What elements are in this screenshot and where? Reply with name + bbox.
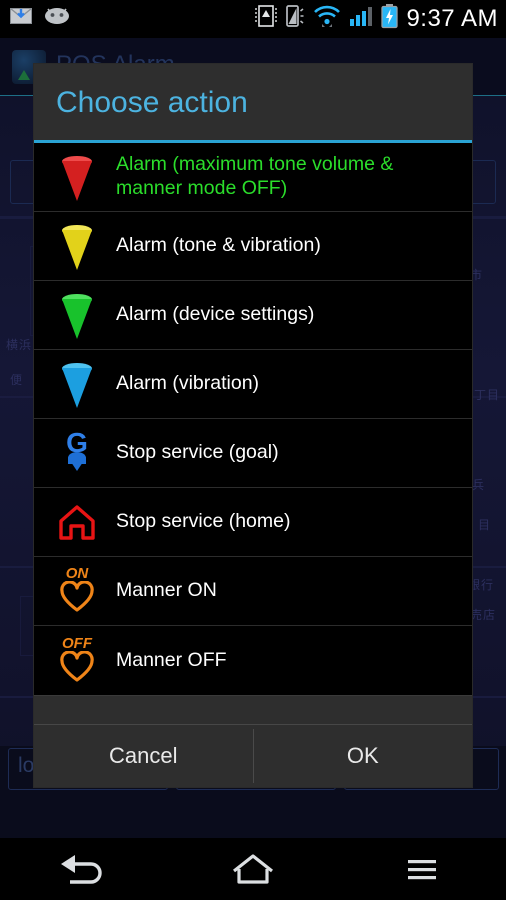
menu-icon[interactable] bbox=[337, 849, 506, 889]
home-icon[interactable] bbox=[169, 849, 338, 889]
dialog-button-bar: Cancel OK bbox=[34, 725, 472, 787]
manner-heart-off-icon: OFF bbox=[52, 634, 102, 688]
list-item-stop-service-goal[interactable]: G Stop service (goal) bbox=[34, 419, 472, 488]
list-item-alarm-max-tone[interactable]: Alarm (maximum tone volume & manner mode… bbox=[34, 143, 472, 212]
map-label: 兵 bbox=[472, 478, 486, 492]
cone-marker-yellow-icon bbox=[52, 219, 102, 273]
action-list[interactable]: Alarm (maximum tone volume & manner mode… bbox=[34, 143, 472, 695]
list-item-stop-service-home[interactable]: Stop service (home) bbox=[34, 488, 472, 557]
choose-action-dialog: Choose action Alarm (maximum tone volume… bbox=[34, 64, 472, 787]
back-icon[interactable] bbox=[0, 849, 169, 889]
map-label: 丁目 bbox=[474, 388, 501, 402]
list-item-label: Alarm (device settings) bbox=[116, 303, 315, 326]
wifi-icon bbox=[313, 4, 341, 33]
list-item-label: Manner OFF bbox=[116, 648, 227, 671]
vibrate-alert-icon bbox=[255, 3, 278, 34]
map-label: 売店 bbox=[470, 608, 497, 622]
status-bar-right-icons: 9:37 AM bbox=[255, 3, 498, 34]
email-download-icon bbox=[10, 6, 32, 29]
map-label: 横浜 bbox=[6, 338, 33, 352]
status-bar-left-icons bbox=[10, 6, 70, 29]
android-screen: 横浜 市 丁目 兵 目 銀行 売店 便 POS Alarm location bbox=[0, 0, 506, 900]
goal-marker-icon: G bbox=[52, 426, 102, 480]
home-marker-icon bbox=[52, 495, 102, 549]
list-item-manner-off[interactable]: OFF Manner OFF bbox=[34, 626, 472, 695]
manner-heart-on-icon: ON bbox=[52, 564, 102, 618]
battery-charging-icon bbox=[381, 3, 399, 34]
list-item-label: Alarm (maximum tone volume & manner mode… bbox=[116, 153, 394, 199]
dialog-title-bar: Choose action bbox=[34, 64, 472, 143]
ringer-vibration-icon bbox=[285, 3, 305, 34]
cone-marker-green-icon bbox=[52, 288, 102, 342]
list-item-label: Alarm (tone & vibration) bbox=[116, 234, 321, 257]
manner-state-label: ON bbox=[65, 565, 89, 582]
dialog-title: Choose action bbox=[56, 86, 248, 119]
map-label: 目 bbox=[478, 518, 492, 532]
list-item-alarm-vibration[interactable]: Alarm (vibration) bbox=[34, 350, 472, 419]
dialog-list-spacer bbox=[34, 695, 472, 725]
list-item-label: Alarm (vibration) bbox=[116, 372, 260, 395]
android-head-icon bbox=[44, 6, 70, 29]
list-item-label: Stop service (goal) bbox=[116, 441, 279, 464]
list-item-alarm-tone-vibration[interactable]: Alarm (tone & vibration) bbox=[34, 212, 472, 281]
cancel-button[interactable]: Cancel bbox=[34, 725, 253, 787]
status-bar-clock: 9:37 AM bbox=[406, 4, 498, 32]
cone-marker-blue-icon bbox=[52, 357, 102, 411]
ok-button[interactable]: OK bbox=[253, 725, 472, 787]
list-item-alarm-device-settings[interactable]: Alarm (device settings) bbox=[34, 281, 472, 350]
list-item-label: Stop service (home) bbox=[116, 510, 291, 533]
status-bar: 9:37 AM bbox=[0, 0, 506, 38]
list-item-label: Manner ON bbox=[116, 579, 217, 602]
cone-marker-red-icon bbox=[52, 150, 102, 204]
list-item-manner-on[interactable]: ON Manner ON bbox=[34, 557, 472, 626]
map-label: 便 bbox=[10, 373, 24, 387]
navigation-bar bbox=[0, 838, 506, 900]
cellular-signal-icon bbox=[349, 5, 373, 32]
manner-state-label: OFF bbox=[62, 634, 92, 652]
